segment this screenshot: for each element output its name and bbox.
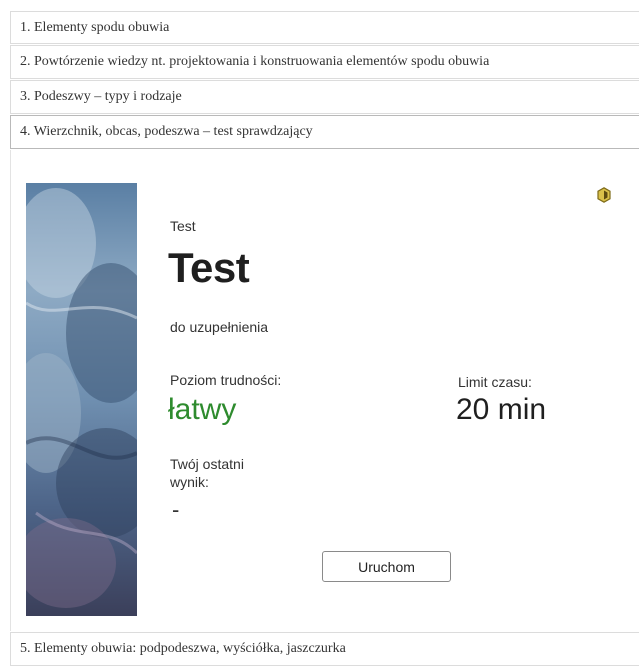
section-item-2[interactable]: 2. Powtórzenie wiedzy nt. projektowania … <box>10 45 639 79</box>
test-title: Test <box>168 244 250 291</box>
difficulty-value: łatwy <box>168 393 237 426</box>
last-result-label: Twój ostatni wynik: <box>170 456 244 490</box>
section-item-label: 3. Podeszwy – typy i rodzaje <box>20 89 182 104</box>
section-item-5[interactable]: 5. Elementy obuwia: podpodeszwa, wyściół… <box>10 632 639 666</box>
section-item-label: 1. Elementy spodu obuwia <box>20 19 170 35</box>
completion-status: do uzupełnienia <box>170 319 269 335</box>
section-item-label: 4. Wierzchnik, obcas, podeszwa – test sp… <box>20 124 313 139</box>
section-item-3[interactable]: 3. Podeszwy – typy i rodzaje <box>10 80 639 114</box>
difficulty-label: Poziom trudności: <box>170 372 282 388</box>
section-item-1[interactable]: 1. Elementy spodu obuwia <box>10 11 639 44</box>
time-limit-value: 20 min <box>456 393 547 426</box>
section-item-label: 5. Elementy obuwia: podpodeszwa, wyściół… <box>20 641 346 656</box>
last-result-value: - <box>172 497 180 522</box>
section-item-4[interactable]: 4. Wierzchnik, obcas, podeszwa – test sp… <box>10 115 639 149</box>
item-kind-label: Test <box>170 218 196 234</box>
test-cover-image <box>26 183 137 616</box>
hexagon-badge-icon <box>597 187 611 203</box>
time-limit-label: Limit czasu: <box>458 374 532 390</box>
section-item-label: 2. Powtórzenie wiedzy nt. projektowania … <box>20 54 490 69</box>
start-button[interactable]: Uruchom <box>322 551 451 582</box>
